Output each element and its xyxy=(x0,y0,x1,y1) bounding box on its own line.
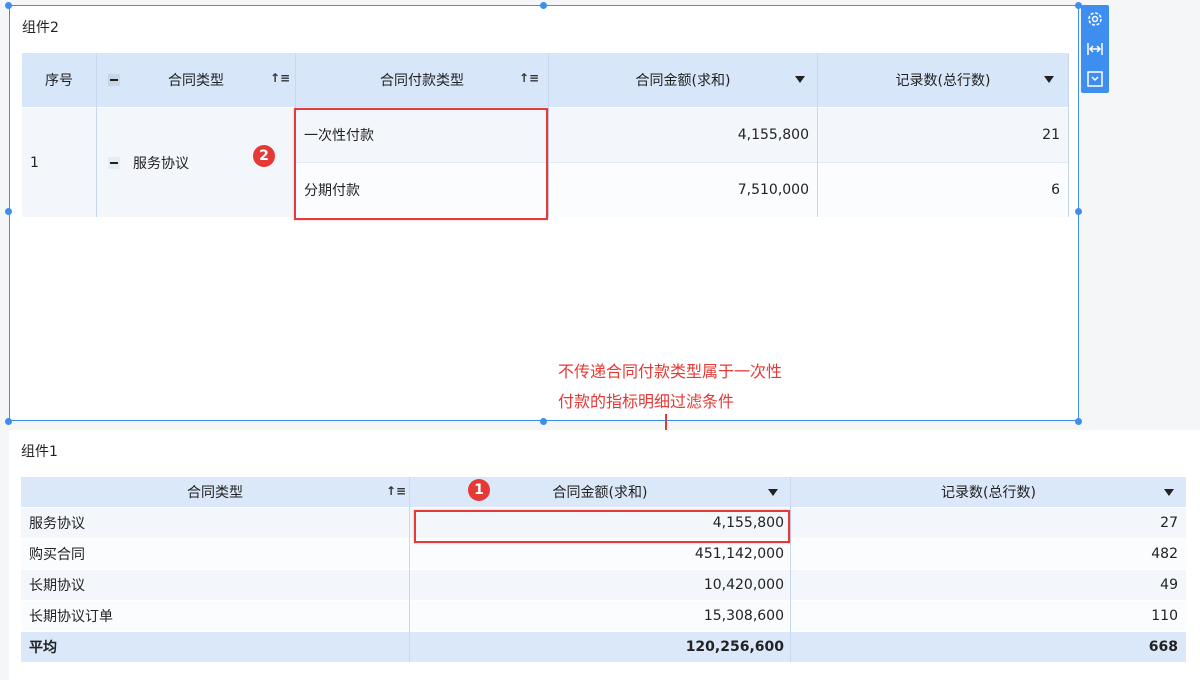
column-divider xyxy=(96,53,97,217)
table-cell-count: 49 xyxy=(791,570,1186,600)
total-amount: 120,256,600 xyxy=(410,632,790,662)
table-cell-amount: 15,308,600 xyxy=(410,601,790,631)
table-row-label: 长期协议订单 xyxy=(21,601,409,631)
cell-count: 6 xyxy=(818,163,1068,217)
header-count-label: 记录数(总行数) xyxy=(895,73,991,89)
header-amount-label: 合同金额(求和) xyxy=(552,485,648,501)
cell-amount: 4,155,800 xyxy=(549,108,817,162)
cell-count: 21 xyxy=(818,108,1068,162)
header-payment-type[interactable]: 合同付款类型 xyxy=(296,53,548,107)
resize-handle[interactable] xyxy=(1075,418,1082,425)
header-amount[interactable]: 合同金额(求和) xyxy=(549,53,817,107)
widget-toolbar xyxy=(1081,5,1109,93)
sort-icon[interactable]: ↑≡ xyxy=(519,71,539,85)
total-row-label: 平均 xyxy=(21,632,409,662)
widget-2-title: 组件2 xyxy=(22,20,59,36)
column-divider xyxy=(817,53,818,217)
column-divider xyxy=(1068,53,1069,217)
sort-icon[interactable]: ↑≡ xyxy=(270,71,290,85)
resize-handle[interactable] xyxy=(540,2,547,9)
table-row-label: 服务协议 xyxy=(21,508,409,538)
gear-icon[interactable] xyxy=(1085,9,1105,29)
resize-handle[interactable] xyxy=(1075,208,1082,215)
header-contract-type-label: 合同类型 xyxy=(187,485,243,501)
annotation-badge-2: 2 xyxy=(253,145,275,167)
table-row-label: 购买合同 xyxy=(21,539,409,569)
widget-1[interactable]: 组件1 合同类型 ↑≡ 合同金额(求和) 记录数(总行数) 服务协议 4,155… xyxy=(9,430,1200,680)
column-divider xyxy=(548,53,549,217)
caret-down-icon[interactable] xyxy=(1044,76,1054,83)
table-cell-count: 27 xyxy=(791,508,1186,538)
resize-handle[interactable] xyxy=(5,418,12,425)
header-contract-type[interactable]: 合同类型 xyxy=(21,477,409,507)
resize-handle[interactable] xyxy=(5,2,12,9)
table-row-label: 长期协议 xyxy=(21,570,409,600)
column-divider xyxy=(409,477,410,662)
header-count-label: 记录数(总行数) xyxy=(941,485,1036,501)
widget-1-title: 组件1 xyxy=(21,444,58,460)
header-index: 序号 xyxy=(22,53,96,107)
annotation-note: 不传递合同付款类型属于一次性 付款的指标明细过滤条件 xyxy=(558,357,782,417)
table-cell-amount: 10,420,000 xyxy=(410,570,790,600)
header-count[interactable]: 记录数(总行数) xyxy=(818,53,1068,107)
collapse-row-icon[interactable] xyxy=(108,157,120,169)
cell-amount: 7,510,000 xyxy=(549,163,817,217)
header-contract-type[interactable]: 合同类型 xyxy=(97,53,295,107)
dropdown-menu-icon[interactable] xyxy=(1085,69,1105,89)
table-cell-amount: 451,142,000 xyxy=(410,539,790,569)
header-contract-type-label: 合同类型 xyxy=(168,73,224,89)
caret-down-icon[interactable] xyxy=(1164,489,1174,496)
annotation-line-1: 不传递合同付款类型属于一次性 xyxy=(558,362,783,381)
header-payment-type-label: 合同付款类型 xyxy=(380,73,464,89)
header-amount-label: 合同金额(求和) xyxy=(635,73,731,89)
caret-down-icon[interactable] xyxy=(768,489,778,496)
caret-down-icon[interactable] xyxy=(795,76,805,83)
total-count: 668 xyxy=(791,632,1186,662)
highlight-box-payment-type xyxy=(294,108,548,220)
column-divider xyxy=(790,477,791,662)
cell-index: 1 xyxy=(22,108,96,217)
table-cell-count: 482 xyxy=(791,539,1186,569)
resize-handle[interactable] xyxy=(5,208,12,215)
collapse-all-icon[interactable] xyxy=(108,74,120,86)
resize-handle[interactable] xyxy=(540,418,547,425)
table-cell-count: 110 xyxy=(791,601,1186,631)
header-amount[interactable]: 合同金额(求和) xyxy=(410,477,790,507)
annotation-badge-1: 1 xyxy=(468,479,490,501)
sort-icon[interactable]: ↑≡ xyxy=(386,484,406,498)
widget-2[interactable]: 组件2 序号 合同类型 ↑≡ 合同付款类型 ↑≡ 合同金额(求和) 记录数(总行… xyxy=(9,5,1079,421)
header-count[interactable]: 记录数(总行数) xyxy=(791,477,1186,507)
fit-width-icon[interactable] xyxy=(1085,39,1105,59)
highlight-box-amount xyxy=(414,510,790,543)
